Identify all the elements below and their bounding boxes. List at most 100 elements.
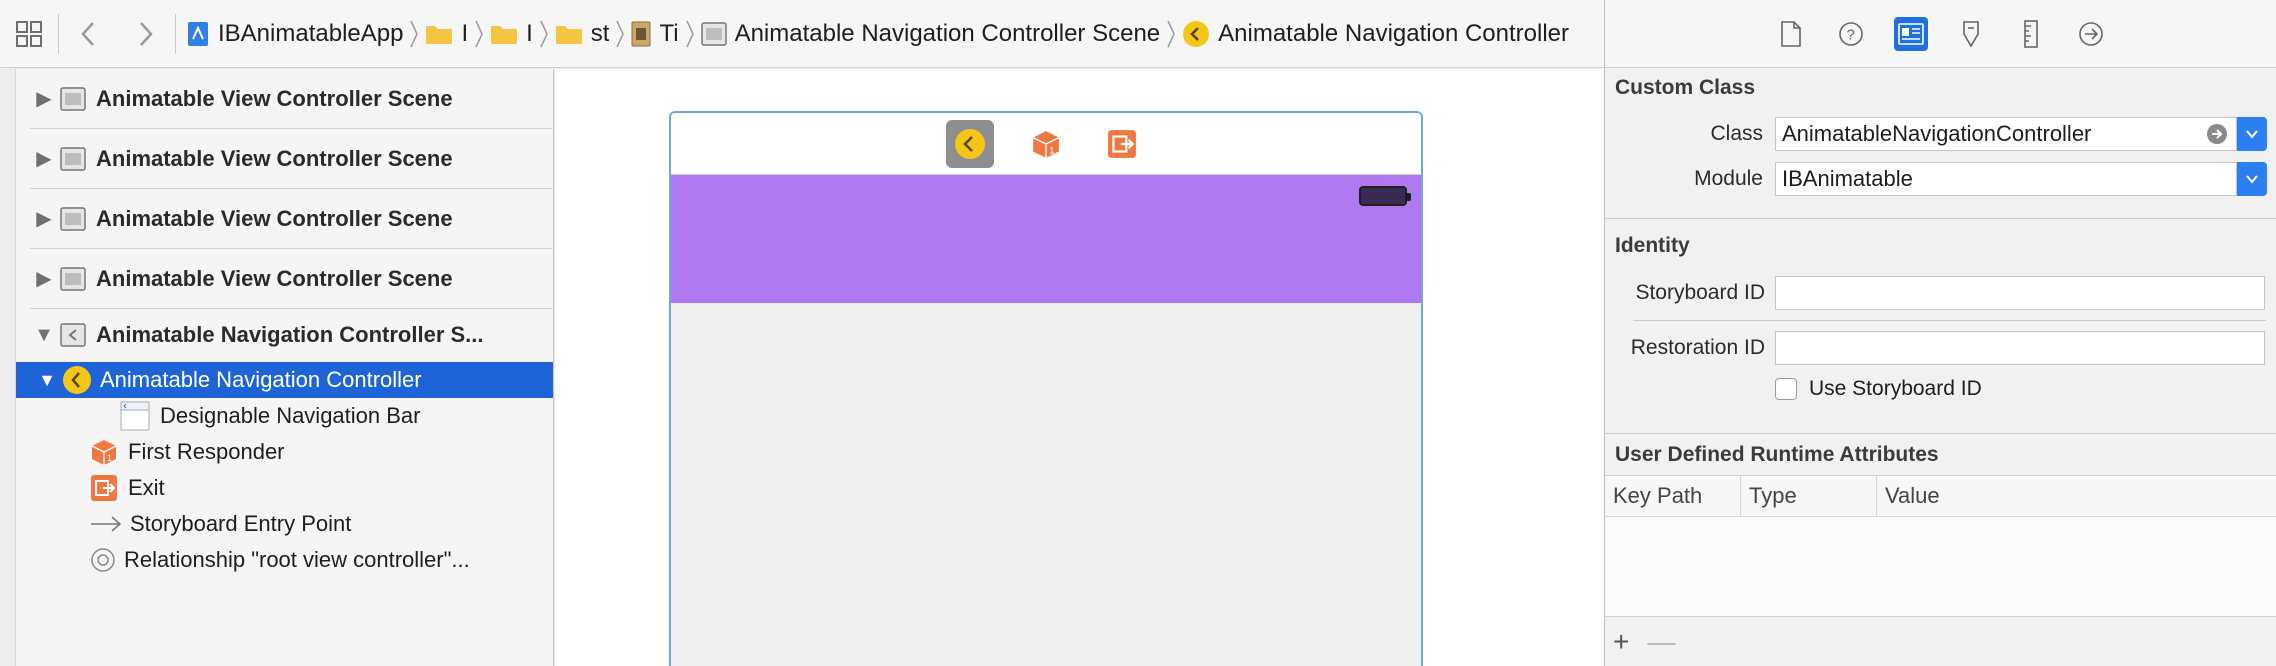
scene-icon (60, 146, 86, 171)
help-icon: ? (1838, 21, 1863, 46)
section-title-identity: Identity (1615, 234, 1690, 257)
navigation-bar[interactable] (671, 175, 1421, 303)
chevron-right-icon (685, 20, 694, 47)
class-label: Class (1710, 122, 1763, 145)
scene-icon (60, 323, 86, 347)
module-field[interactable]: IBAnimatable (1775, 162, 2237, 196)
outline-item-exit[interactable]: Exit (90, 470, 553, 506)
tab-identity-inspector[interactable] (1893, 16, 1928, 51)
tab-size-inspector[interactable] (2014, 17, 2048, 51)
restoration-id-input[interactable] (1775, 331, 2265, 365)
item-label: Exit (128, 475, 165, 500)
chevron-down-icon (2246, 130, 2258, 139)
runtime-attributes-table[interactable] (1605, 517, 2276, 617)
chevron-right-icon (475, 20, 483, 47)
class-field[interactable]: AnimatableNavigationController (1775, 117, 2237, 151)
remove-attribute-button[interactable]: — (1647, 626, 1675, 658)
scene-label: Animatable View Controller Scene (96, 145, 453, 171)
scene-frame[interactable]: 1 (669, 111, 1423, 666)
battery-icon (1359, 186, 1411, 206)
outline-item-nav-controller[interactable]: ▼ Animatable Navigation Controller (16, 362, 553, 398)
crumb-folder-2[interactable]: I (490, 20, 533, 48)
column-header-type[interactable]: Type (1741, 476, 1877, 516)
runtime-attributes-header: Key Path Type Value (1605, 475, 2276, 517)
crumb-storyboard[interactable]: Ti (631, 20, 679, 48)
column-header-key-path[interactable]: Key Path (1605, 476, 1741, 516)
disclosure-triangle-icon[interactable]: ▶ (30, 266, 58, 291)
use-storyboard-id-label: Use Storyboard ID (1809, 377, 1982, 400)
dock-exit-button[interactable] (1098, 120, 1146, 168)
disclosure-triangle-icon[interactable]: ▶ (30, 206, 58, 231)
exit-icon (1108, 129, 1136, 158)
svg-text:1: 1 (1049, 145, 1054, 156)
dock-first-responder-button[interactable]: 1 (1022, 120, 1070, 168)
jump-bar: IBAnimatableApp I I st Ti Animatable Nav… (0, 0, 1604, 68)
scene-label: Animatable View Controller Scene (96, 265, 453, 291)
crumb-folder-1[interactable]: I (425, 20, 468, 48)
disclosure-triangle-expanded-icon[interactable]: ▼ (30, 324, 58, 347)
related-items-button[interactable] (0, 0, 58, 68)
scene-label: Animatable View Controller Scene (96, 85, 453, 111)
tab-file-inspector[interactable] (1774, 17, 1808, 51)
section-title-runtime-attributes: User Defined Runtime Attributes (1615, 443, 1939, 466)
class-dropdown-button[interactable] (2237, 117, 2267, 151)
back-button[interactable] (59, 0, 117, 68)
scene-icon (60, 266, 86, 291)
file-icon (1780, 20, 1801, 47)
outline-gutter (0, 69, 16, 666)
arrow-right-icon (91, 516, 122, 532)
tab-connections-inspector[interactable] (2074, 17, 2108, 51)
disclosure-triangle-icon[interactable]: ▶ (30, 146, 58, 171)
outline-item-relationship[interactable]: Relationship "root view controller"... (90, 542, 553, 578)
relationship-segue-icon (91, 548, 115, 572)
outline-item-entry-point[interactable]: Storyboard Entry Point (90, 506, 553, 542)
column-header-value[interactable]: Value (1877, 476, 2276, 516)
chevron-right-icon (140, 21, 153, 46)
navigate-arrow-icon[interactable] (2206, 123, 2228, 145)
module-value: IBAnimatable (1782, 166, 1913, 191)
divider (1605, 218, 2276, 219)
crumb-label: st (590, 19, 610, 47)
separator (175, 13, 176, 54)
svg-text:?: ? (1846, 26, 1854, 43)
crumb-folder-3[interactable]: st (555, 19, 610, 48)
use-storyboard-id-row[interactable]: Use Storyboard ID (1775, 377, 1982, 401)
crumb-nav-controller[interactable]: Animatable Navigation Controller (1182, 20, 1569, 48)
chevron-right-icon (410, 20, 419, 47)
nav-controller-icon (955, 128, 985, 159)
outline-scene-row[interactable]: ▶ Animatable View Controller Scene (30, 129, 554, 189)
storyboard-id-row: Storyboard ID (1605, 276, 2276, 310)
crumb-scene[interactable]: Animatable Navigation Controller Scene (700, 19, 1161, 48)
identity-card-icon (1897, 22, 1924, 45)
disclosure-triangle-expanded-icon[interactable]: ▼ (16, 370, 62, 391)
item-label: Designable Navigation Bar (160, 403, 421, 428)
chevron-right-icon (616, 20, 625, 47)
project-icon (188, 21, 208, 46)
outline-item-navigation-bar[interactable]: Designable Navigation Bar (120, 398, 553, 434)
crumb-label: Animatable Navigation Controller Scene (734, 19, 1161, 47)
scene-icon (700, 21, 727, 46)
forward-button[interactable] (117, 0, 175, 68)
tab-attributes-inspector[interactable] (1954, 17, 1988, 51)
scene-icon (60, 86, 86, 111)
item-label: First Responder (128, 439, 285, 464)
storyboard-id-input[interactable] (1775, 276, 2265, 310)
crumb-label: IBAnimatableApp (218, 19, 404, 47)
item-label: Storyboard Entry Point (130, 511, 352, 536)
crumb-project[interactable]: IBAnimatableApp (186, 20, 403, 48)
use-storyboard-id-checkbox[interactable] (1775, 378, 1797, 400)
outline-item-first-responder[interactable]: 1 First Responder (90, 434, 553, 470)
outline-scene-row[interactable]: ▶ Animatable View Controller Scene (30, 69, 554, 129)
outline-scene-row[interactable]: ▶ Animatable View Controller Scene (30, 249, 554, 309)
attributes-icon (1962, 20, 1979, 48)
module-row: Module IBAnimatable (1605, 162, 2276, 196)
outline-scene-row[interactable]: ▶ Animatable View Controller Scene (30, 189, 554, 249)
dock-nav-controller-button[interactable] (946, 119, 994, 168)
storyboard-canvas[interactable]: 1 (555, 69, 1604, 666)
module-dropdown-button[interactable] (2237, 162, 2267, 196)
add-attribute-button[interactable]: + (1613, 626, 1629, 658)
module-label: Module (1694, 167, 1763, 190)
tab-quick-help[interactable]: ? (1834, 17, 1868, 51)
outline-scene-row[interactable]: ▼ Animatable Navigation Controller S... (30, 305, 554, 365)
disclosure-triangle-icon[interactable]: ▶ (30, 86, 58, 111)
